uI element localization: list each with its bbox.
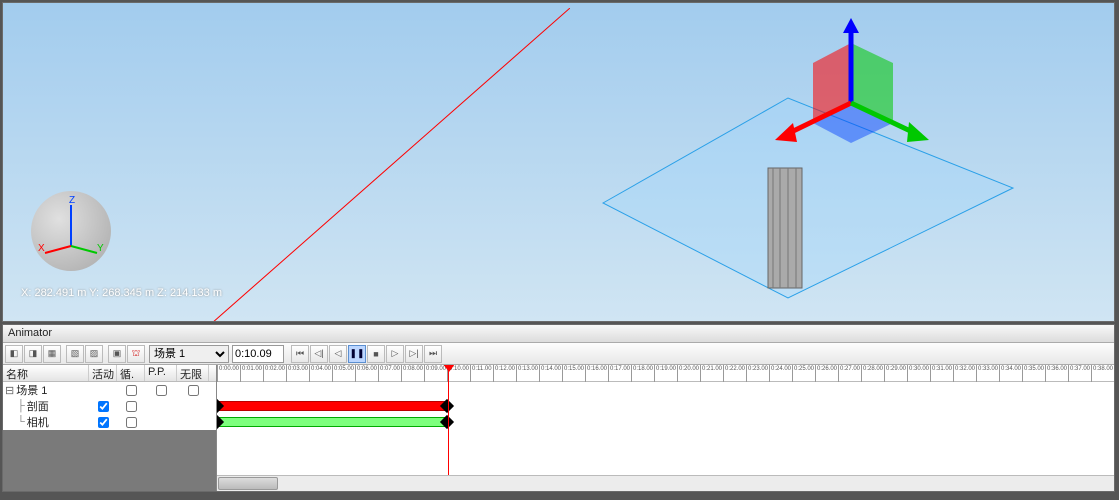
ruler-tick: 0:24.00 [769,365,792,382]
timeline[interactable]: 0:00.000:01.000:02.000:03.000:04.000:05.… [217,365,1114,491]
view-compass[interactable]: Z X Y [31,191,111,271]
col-pp[interactable]: P.P. [145,365,177,381]
track-scene[interactable] [217,382,1114,398]
ruler-tick: 0:06.00 [355,365,378,382]
animator-title: Animator [3,325,1114,343]
ruler-tick: 0:19.00 [654,365,677,382]
pause-icon[interactable]: ❚❚ [348,345,366,363]
col-loop[interactable]: 循. [117,365,145,381]
ruler-tick: 0:16.00 [585,365,608,382]
infinite-checkbox[interactable] [188,385,199,396]
tool-icon-2[interactable]: ◨ [24,345,42,363]
tree-row-camera[interactable]: └相机 [3,414,216,430]
scene-tree: 名称 活动 循. P.P. 无限 ⊟场景 1 ├剖面 [3,365,217,491]
ruler-tick: 0:22.00 [723,365,746,382]
ruler-tick: 0:25.00 [792,365,815,382]
col-active[interactable]: 活动 [89,365,117,381]
record-icon[interactable]: ⛫ [127,345,145,363]
rewind-to-start-icon[interactable]: ⏮ [291,345,309,363]
playhead[interactable] [448,365,449,491]
next-key-icon[interactable]: ⏭ [424,345,442,363]
pp-checkbox[interactable] [156,385,167,396]
ruler-tick: 0:30.00 [907,365,930,382]
snapshot-icon[interactable]: ▣ [108,345,126,363]
scrollbar-thumb[interactable] [218,477,278,490]
active-checkbox[interactable] [98,401,109,412]
viewport-3d[interactable]: Z X Y X: 282.491 m Y: 268.345 m Z: 214.1… [2,2,1115,322]
ruler-tick: 0:36.00 [1045,365,1068,382]
axis-label-x: X [38,243,45,254]
tool-icon-4[interactable]: ▧ [66,345,84,363]
track-camera[interactable] [217,414,1114,430]
track-section[interactable] [217,398,1114,414]
annotation-arrow [89,8,570,322]
step-back-icon[interactable]: ◁ [329,345,347,363]
tree-empty-area [3,430,216,491]
ruler-tick: 0:32.00 [953,365,976,382]
ruler-tick: 0:04.00 [309,365,332,382]
clip-section[interactable] [217,401,447,411]
ruler-tick: 0:21.00 [700,365,723,382]
ruler-tick: 0:13.00 [516,365,539,382]
time-input[interactable] [232,345,284,363]
ruler-tick: 0:14.00 [539,365,562,382]
loop-checkbox[interactable] [126,385,137,396]
ruler-tick: 0:02.00 [263,365,286,382]
ruler-tick: 0:35.00 [1022,365,1045,382]
ruler-tick: 0:12.00 [493,365,516,382]
tree-row-scene[interactable]: ⊟场景 1 [3,382,216,398]
tool-icon-5[interactable]: ▨ [85,345,103,363]
stop-icon[interactable]: ■ [367,345,385,363]
tool-icon-1[interactable]: ◧ [5,345,23,363]
timeline-ruler[interactable]: 0:00.000:01.000:02.000:03.000:04.000:05.… [217,365,1114,382]
tool-icon-3[interactable]: ▦ [43,345,61,363]
ruler-tick: 0:01.00 [240,365,263,382]
ruler-tick: 0:26.00 [815,365,838,382]
tree-header: 名称 活动 循. P.P. 无限 [3,365,216,382]
animator-toolbar: ◧ ◨ ▦ ▧ ▨ ▣ ⛫ 场景 1 ⏮ ◁| ◁ ❚❚ ■ ▷ ▷| ⏭ [3,343,1114,365]
ruler-tick: 0:07.00 [378,365,401,382]
axis-label-y: Y [97,243,104,254]
ruler-tick: 0:33.00 [976,365,999,382]
tree-row-section[interactable]: ├剖面 [3,398,216,414]
ruler-tick: 0:18.00 [631,365,654,382]
coord-status: X: 282.491 m Y: 268.345 m Z: 214.133 m [21,287,222,299]
active-checkbox[interactable] [98,417,109,428]
ruler-tick: 0:08.00 [401,365,424,382]
step-forward-icon[interactable]: ▷| [405,345,423,363]
ruler-tick: 0:20.00 [677,365,700,382]
loop-checkbox[interactable] [126,401,137,412]
animator-panel: Animator ◧ ◨ ▦ ▧ ▨ ▣ ⛫ 场景 1 ⏮ ◁| ◁ ❚❚ ■ … [2,324,1115,492]
loop-checkbox[interactable] [126,417,137,428]
ruler-tick: 0:37.00 [1068,365,1091,382]
ruler-tick: 0:31.00 [930,365,953,382]
ruler-tick: 0:38.00 [1091,365,1114,382]
play-icon[interactable]: ▷ [386,345,404,363]
col-infinite[interactable]: 无限 [177,365,209,381]
timeline-scrollbar[interactable] [217,475,1114,491]
ruler-tick: 0:15.00 [562,365,585,382]
scene-select[interactable]: 场景 1 [149,345,229,363]
ruler-tick: 0:29.00 [884,365,907,382]
ruler-tick: 0:27.00 [838,365,861,382]
ruler-tick: 0:11.00 [470,365,493,382]
ruler-tick: 0:34.00 [999,365,1022,382]
axis-label-z: Z [69,195,75,206]
col-name[interactable]: 名称 [3,365,89,381]
ruler-tick: 0:17.00 [608,365,631,382]
ruler-tick: 0:05.00 [332,365,355,382]
prev-key-icon[interactable]: ◁| [310,345,328,363]
ruler-tick: 0:28.00 [861,365,884,382]
axis-gizmo[interactable] [743,18,963,188]
clip-camera[interactable] [217,417,447,427]
ruler-tick: 0:23.00 [746,365,769,382]
ruler-tick: 0:03.00 [286,365,309,382]
ruler-tick: 0:00.00 [217,365,240,382]
